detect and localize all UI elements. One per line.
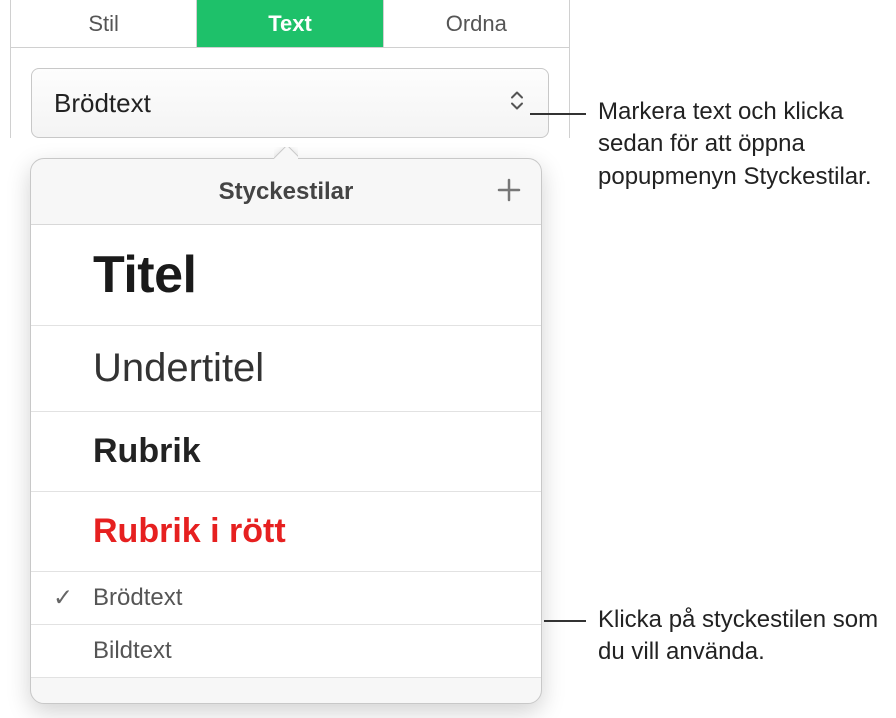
format-panel: Stil Text Ordna Brödtext xyxy=(10,0,570,138)
style-item-label: Undertitel xyxy=(93,346,264,390)
popover-title: Styckestilar xyxy=(219,178,354,206)
paragraph-styles-popover: Styckestilar Titel Undertitel Rubrik Rub… xyxy=(30,158,542,704)
format-tabbar: Stil Text Ordna xyxy=(11,0,569,48)
popover-header: Styckestilar xyxy=(31,159,541,225)
tab-stil[interactable]: Stil xyxy=(11,0,197,47)
add-style-button[interactable] xyxy=(495,174,523,210)
callout-text-1: Markera text och klicka sedan för att öp… xyxy=(598,96,896,193)
callout-leader-line xyxy=(544,620,586,622)
style-item-brodtext[interactable]: Brödtext xyxy=(31,572,541,625)
updown-caret-icon xyxy=(508,89,526,118)
paragraph-style-select-wrap: Brödtext xyxy=(11,48,569,138)
popover-arrow xyxy=(274,147,298,159)
style-item-undertitel[interactable]: Undertitel xyxy=(31,326,541,412)
tab-text[interactable]: Text xyxy=(197,0,383,47)
style-item-rubrik-rott[interactable]: Rubrik i rött xyxy=(31,492,541,572)
style-item-label: Titel xyxy=(93,246,196,304)
style-item-bildtext[interactable]: Bildtext xyxy=(31,625,541,678)
callout-leader-line xyxy=(530,113,586,115)
style-item-label: Rubrik i rött xyxy=(93,512,286,550)
style-item-rubrik[interactable]: Rubrik xyxy=(31,412,541,492)
style-item-label: Brödtext xyxy=(93,578,182,617)
callout-text-2: Klicka på styckestilen som du vill använ… xyxy=(598,604,896,669)
paragraph-style-current: Brödtext xyxy=(54,88,151,119)
paragraph-style-select[interactable]: Brödtext xyxy=(31,68,549,138)
tab-ordna[interactable]: Ordna xyxy=(384,0,569,47)
style-item-titel[interactable]: Titel xyxy=(31,225,541,326)
paragraph-style-list: Titel Undertitel Rubrik Rubrik i rött Br… xyxy=(31,225,541,678)
style-item-label: Rubrik xyxy=(93,432,201,470)
style-item-label: Bildtext xyxy=(93,631,172,670)
